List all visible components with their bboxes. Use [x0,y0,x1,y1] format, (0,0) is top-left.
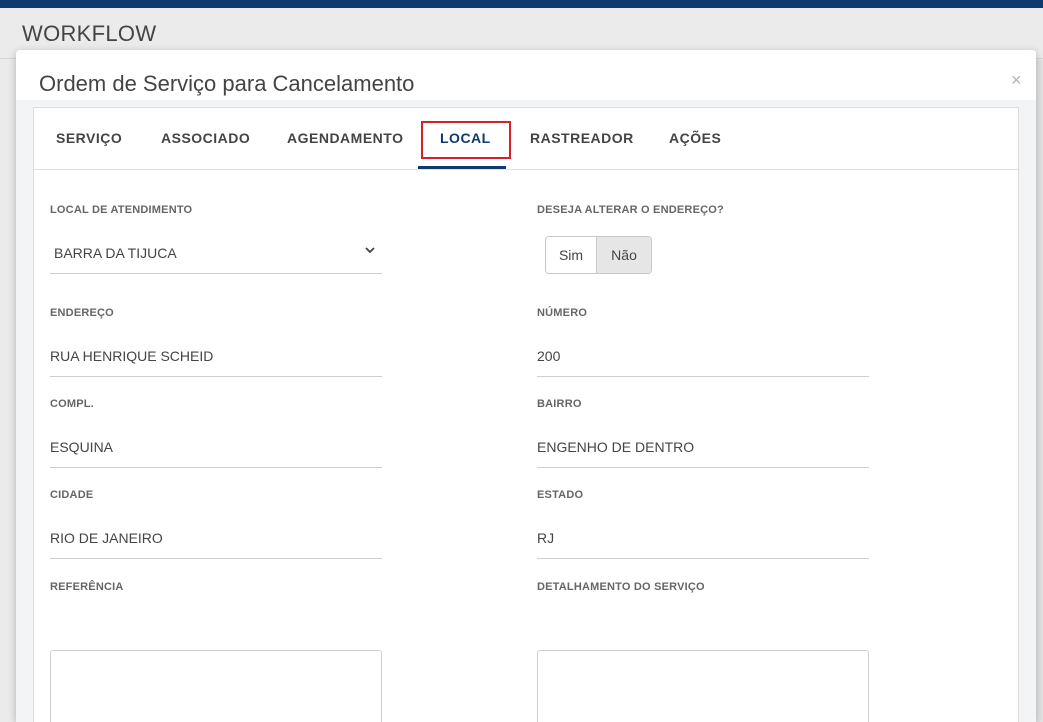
modal-header: Ordem de Serviço para Cancelamento × [16,50,1036,100]
numero-value: 200 [537,348,561,364]
chevron-down-icon [365,247,375,254]
compl-value: ESQUINA [50,439,114,455]
estado-field[interactable]: RJ [537,519,869,559]
alterar-endereco-toggle: Sim Não [545,236,652,274]
endereco-field[interactable]: RUA HENRIQUE SCHEID [50,337,382,377]
alterar-endereco-label: DESEJA ALTERAR O ENDEREÇO? [537,204,724,216]
cidade-value: RIO DE JANEIRO [50,530,163,546]
cidade-label: CIDADE [50,489,94,501]
compl-field[interactable]: ESQUINA [50,428,382,468]
compl-label: COMPL. [50,398,94,410]
nao-button[interactable]: Não [597,237,651,273]
bairro-field[interactable]: ENGENHO DE DENTRO [537,428,869,468]
detalhamento-textarea[interactable] [537,650,869,722]
numero-field[interactable]: 200 [537,337,869,377]
tab-acoes[interactable]: AÇÕES [669,130,721,146]
bairro-label: BAIRRO [537,398,582,410]
close-icon[interactable]: × [1011,70,1022,90]
detalhamento-label: DETALHAMENTO DO SERVIÇO [537,581,705,593]
tab-associado[interactable]: ASSOCIADO [161,130,250,146]
estado-label: ESTADO [537,489,584,501]
active-tab-indicator [418,166,506,169]
local-atendimento-value: BARRA DA TIJUCA [54,245,177,261]
estado-value: RJ [537,530,555,546]
local-atendimento-select[interactable]: BARRA DA TIJUCA [50,234,382,274]
local-atendimento-label: LOCAL DE ATENDIMENTO [50,204,193,216]
numero-label: NÚMERO [537,307,588,319]
cidade-field[interactable]: RIO DE JANEIRO [50,519,382,559]
referencia-textarea[interactable] [50,650,382,722]
bairro-value: ENGENHO DE DENTRO [537,439,695,455]
endereco-value: RUA HENRIQUE SCHEID [50,348,214,364]
background-right-rail [1036,60,1043,722]
tab-bar: SERVIÇO ASSOCIADO AGENDAMENTO LOCAL RAST… [34,108,1018,170]
referencia-label: REFERÊNCIA [50,581,124,593]
page-title: WORKFLOW [22,21,157,46]
tab-highlight-box [421,121,511,159]
sim-button[interactable]: Sim [546,237,598,273]
tab-agendamento[interactable]: AGENDAMENTO [287,130,403,146]
tab-rastreador[interactable]: RASTREADOR [530,130,634,146]
tab-servico[interactable]: SERVIÇO [56,130,122,146]
top-brand-bar [0,0,1043,8]
form-panel: SERVIÇO ASSOCIADO AGENDAMENTO LOCAL RAST… [33,107,1019,722]
modal-title: Ordem de Serviço para Cancelamento [39,71,415,96]
endereco-label: ENDEREÇO [50,307,114,319]
modal-dialog: Ordem de Serviço para Cancelamento × SER… [16,50,1036,722]
